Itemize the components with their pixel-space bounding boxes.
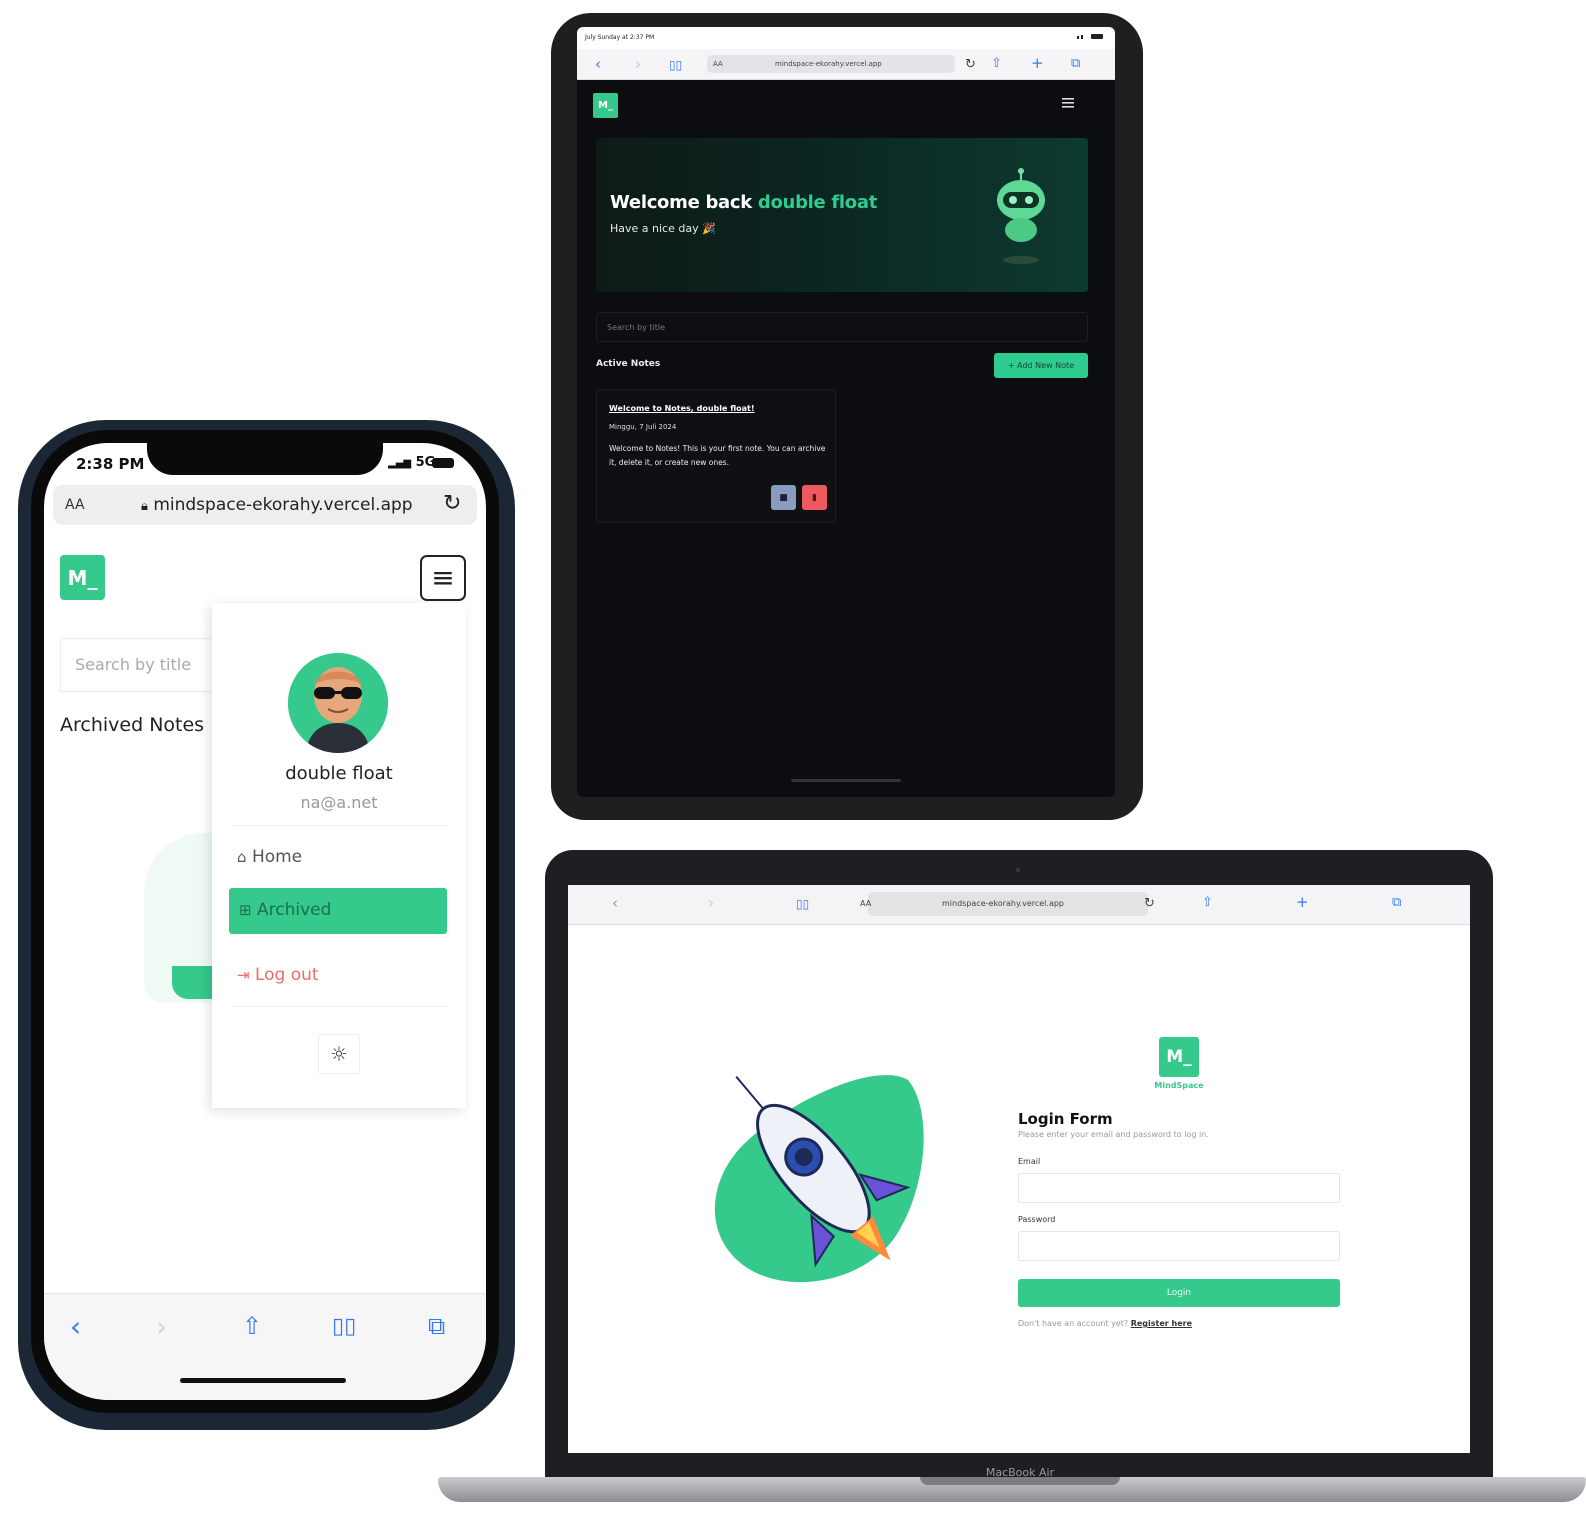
share-icon[interactable]: ⇧ bbox=[991, 56, 1002, 71]
welcome-hero-banner: Welcome back double float Have a nice da… bbox=[596, 138, 1088, 292]
profile-name: double float bbox=[285, 763, 393, 784]
forward-icon[interactable]: › bbox=[635, 57, 641, 72]
login-form-title: Login Form bbox=[1018, 1110, 1113, 1128]
robot-illustration-icon bbox=[981, 168, 1061, 268]
bookmarks-icon[interactable]: ▯▯ bbox=[332, 1314, 356, 1339]
note-title-link[interactable]: Welcome to Notes, double float! bbox=[609, 404, 755, 413]
laptop-url-text: mindspace-ekorahy.vercel.app bbox=[942, 899, 1064, 908]
phone-screen: 2:38 PM ▂▄▆ 5G AA 🔒︎ mindspace-ekorahy.v… bbox=[44, 443, 486, 1400]
hamburger-menu-icon[interactable]: ≡ bbox=[420, 555, 466, 601]
back-icon[interactable]: ‹ bbox=[595, 57, 601, 72]
delete-note-button[interactable]: ▮ bbox=[802, 485, 827, 510]
bookmarks-icon[interactable]: ▯▯ bbox=[796, 897, 809, 912]
reader-aa[interactable]: AA bbox=[860, 899, 871, 908]
divider bbox=[231, 825, 447, 826]
sun-icon: ☼ bbox=[330, 1042, 348, 1066]
archive-note-button[interactable]: ■ bbox=[771, 485, 796, 510]
active-notes-heading: Active Notes bbox=[596, 359, 661, 369]
tabs-icon[interactable]: ⧉ bbox=[428, 1312, 445, 1340]
new-tab-icon[interactable]: + bbox=[1031, 56, 1044, 71]
mindspace-logo: M_ bbox=[1159, 1037, 1199, 1077]
tablet-status-bar: July Sunday at 2:37 PM bbox=[577, 27, 1115, 49]
tablet-url-text: mindspace-ekorahy.vercel.app bbox=[775, 60, 882, 68]
archived-notes-heading: Archived Notes bbox=[60, 714, 205, 736]
register-link[interactable]: Register here bbox=[1131, 1319, 1192, 1328]
phone-logo[interactable]: M_ bbox=[60, 555, 105, 600]
tablet-status-time: July Sunday at 2:37 PM bbox=[585, 34, 655, 41]
bookmarks-icon[interactable]: ▯▯ bbox=[669, 58, 682, 73]
back-icon[interactable]: ‹ bbox=[612, 896, 618, 911]
password-label: Password bbox=[1018, 1215, 1056, 1224]
camera-icon bbox=[1016, 868, 1020, 872]
nav-item-home[interactable]: ⌂ Home bbox=[237, 847, 302, 867]
back-icon[interactable]: ‹ bbox=[70, 1310, 81, 1343]
signal-icon: ▂▄▆ 5G bbox=[388, 455, 436, 470]
tabs-icon[interactable]: ⧉ bbox=[1071, 56, 1080, 71]
register-prompt: Don't have an account yet? Register here bbox=[1018, 1319, 1192, 1328]
forward-icon[interactable]: › bbox=[708, 896, 714, 911]
phone-notch bbox=[147, 443, 383, 475]
phone-url-bar[interactable]: AA 🔒︎ mindspace-ekorahy.vercel.app ↻ bbox=[53, 485, 477, 525]
hero-subtitle: Have a nice day 🎉 bbox=[610, 222, 716, 235]
share-icon[interactable]: ⇧ bbox=[242, 1312, 262, 1340]
tablet-search-input[interactable]: Search by title bbox=[596, 312, 1088, 342]
tablet-home-indicator bbox=[791, 779, 901, 782]
laptop-url-bar[interactable]: AA mindspace-ekorahy.vercel.app bbox=[860, 892, 1148, 916]
avatar bbox=[288, 653, 388, 753]
phone-status-time: 2:38 PM bbox=[76, 455, 145, 473]
battery-icon bbox=[1077, 33, 1105, 39]
divider bbox=[231, 1006, 447, 1007]
laptop-browser-toolbar: ‹ › ▯▯ AA mindspace-ekorahy.vercel.app ↻… bbox=[568, 885, 1470, 925]
reload-icon[interactable]: ↻ bbox=[443, 491, 461, 516]
devices-mockup: July Sunday at 2:37 PM ‹ › ▯▯ AA mindspa… bbox=[0, 0, 1586, 1513]
hero-title: Welcome back double float bbox=[610, 192, 878, 213]
reload-icon[interactable]: ↻ bbox=[1144, 896, 1155, 911]
add-new-note-button[interactable]: + Add New Note bbox=[994, 353, 1088, 378]
password-field[interactable] bbox=[1018, 1231, 1340, 1261]
phone-browser-bottom-bar: ‹ › ⇧ ▯▯ ⧉ bbox=[44, 1293, 486, 1400]
hero-username: double float bbox=[757, 192, 878, 213]
nav-item-logout[interactable]: ⇥ Log out bbox=[237, 965, 319, 985]
rocket-illustration-icon bbox=[703, 1070, 933, 1290]
tablet-logo[interactable]: M_ bbox=[593, 93, 618, 118]
email-field[interactable] bbox=[1018, 1173, 1340, 1203]
mindspace-app-name: MindSpace bbox=[1154, 1081, 1204, 1090]
profile-drawer: double float na@a.net ⌂ Home ⊞ Archived … bbox=[212, 603, 466, 1108]
laptop-screen: ‹ › ▯▯ AA mindspace-ekorahy.vercel.app ↻… bbox=[568, 885, 1470, 1453]
email-label: Email bbox=[1018, 1157, 1041, 1166]
phone-home-indicator bbox=[180, 1378, 346, 1383]
login-button[interactable]: Login bbox=[1018, 1279, 1340, 1307]
tablet-screen: July Sunday at 2:37 PM ‹ › ▯▯ AA mindspa… bbox=[577, 27, 1115, 797]
tabs-icon[interactable]: ⧉ bbox=[1392, 895, 1401, 910]
note-body: Welcome to Notes! This is your first not… bbox=[609, 444, 826, 467]
lock-icon: 🔒︎ bbox=[141, 499, 148, 514]
home-icon: ⌂ bbox=[237, 848, 247, 866]
tablet-browser-toolbar: ‹ › ▯▯ AA mindspace-ekorahy.vercel.app ↻… bbox=[577, 49, 1115, 80]
battery-icon bbox=[432, 458, 454, 468]
archive-icon: ■ bbox=[779, 492, 788, 503]
reader-aa[interactable]: AA bbox=[713, 60, 723, 68]
nav-item-archived[interactable]: ⊞ Archived bbox=[229, 888, 447, 934]
profile-email: na@a.net bbox=[300, 793, 378, 812]
hamburger-menu-icon[interactable] bbox=[1061, 95, 1075, 109]
phone-url-text: mindspace-ekorahy.vercel.app bbox=[153, 495, 413, 515]
archive-icon: ⊞ bbox=[239, 901, 252, 919]
login-form-subtitle: Please enter your email and password to … bbox=[1018, 1130, 1209, 1139]
share-icon[interactable]: ⇧ bbox=[1202, 895, 1213, 910]
tablet-url-bar[interactable]: AA mindspace-ekorahy.vercel.app bbox=[707, 55, 955, 73]
reader-aa[interactable]: AA bbox=[65, 497, 85, 513]
trash-icon: ▮ bbox=[812, 492, 817, 503]
logout-icon: ⇥ bbox=[237, 966, 250, 984]
laptop-model-label: MacBook Air bbox=[985, 1466, 1055, 1479]
reload-icon[interactable]: ↻ bbox=[965, 57, 976, 72]
new-tab-icon[interactable]: + bbox=[1296, 895, 1309, 910]
note-date: Minggu, 7 Juli 2024 bbox=[609, 423, 677, 431]
note-card: Welcome to Notes, double float! Minggu, … bbox=[596, 389, 836, 523]
theme-toggle-button[interactable]: ☼ bbox=[318, 1034, 360, 1074]
forward-icon[interactable]: › bbox=[156, 1310, 167, 1343]
